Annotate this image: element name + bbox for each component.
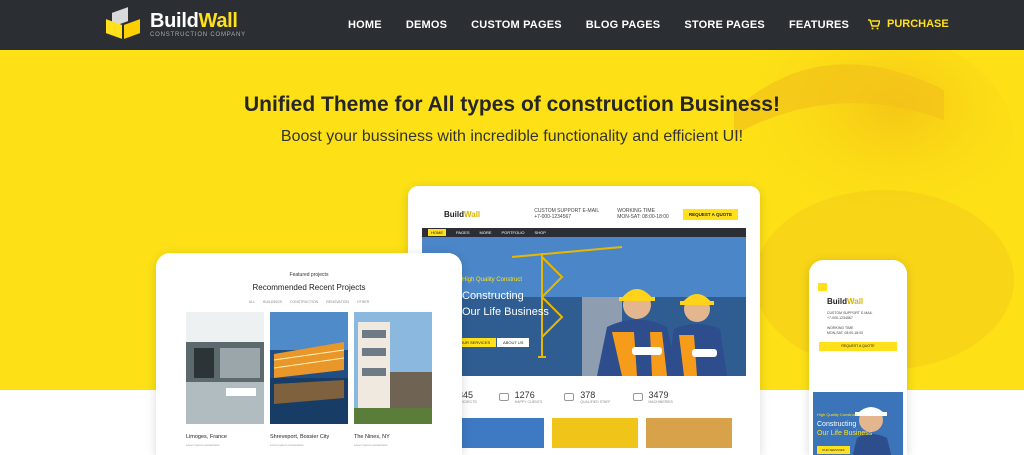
stat-staff: 378 QUALIFIED STAFF	[564, 390, 611, 404]
nav-item-store-pages[interactable]: STORE PAGES	[684, 19, 765, 31]
phone-hero-image: High Quality Construct Constructing Our …	[813, 392, 903, 455]
laptop-menu: HOME PAGES MORE PORTFOLIO SHOP	[422, 228, 746, 237]
project-card: Limoges, France Lorem ipsum consectetur	[186, 312, 264, 447]
phone-top-bar	[813, 280, 903, 293]
phone-hero-title-1: Constructing	[817, 421, 857, 428]
logo-name: BuildWall	[150, 9, 238, 32]
phone-contact-info: CUSTOM SUPPORT E-MAIL +7-000-1234567	[827, 311, 873, 320]
tablet-title: Recommended Recent Projects	[252, 283, 366, 292]
stat-clients: 1276 HAPPY CLIENTS	[498, 390, 542, 404]
project-image-villa	[354, 312, 432, 424]
cart-icon	[868, 18, 880, 29]
nav-item-blog-pages[interactable]: BLOG PAGES	[586, 19, 661, 31]
laptop-hero-title-1: Constructing	[462, 290, 524, 302]
thumbnail-image	[458, 418, 544, 448]
phone-hero-tag: High Quality Construct	[817, 412, 858, 417]
project-meta: Lorem ipsum consectetur	[270, 443, 304, 447]
nav-item-demos[interactable]: DEMOS	[406, 19, 447, 31]
stat-machineries: 3479 MACHINERIES	[632, 390, 673, 404]
laptop-thumbnails	[422, 418, 746, 448]
filter-item: RENOVATION	[326, 300, 349, 304]
phone-screen: Build Wall CUSTOM SUPPORT E-MAIL +7-000-12…	[813, 280, 903, 455]
project-meta: Lorem ipsum consectetur	[354, 443, 388, 447]
logo-cubes-icon	[104, 7, 144, 40]
laptop-hero-tag: High Quality Construct	[462, 277, 523, 283]
laptop-menu-item: MORE	[479, 230, 492, 235]
nav-item-custom-pages[interactable]: CUSTOM PAGES	[471, 19, 562, 31]
logo-tagline: CONSTRUCTION COMPANY	[150, 31, 246, 38]
tablet-kicker: Featured projects	[289, 272, 329, 278]
phone-hero-title-2: Our Life Business	[817, 430, 873, 437]
laptop-phone-info: CUSTOM SUPPORT E-MAIL +7-000-1234567	[534, 208, 600, 220]
laptop-menu-item: PAGES	[456, 230, 470, 235]
project-name: The Nines, NY	[354, 434, 390, 440]
project-name: Limoges, France	[186, 434, 227, 440]
machinery-icon	[632, 393, 643, 401]
staff-icon	[564, 393, 575, 401]
laptop-hero-title-2: Our Life Business	[462, 306, 549, 318]
project-card: The Nines, NY Lorem ipsum consectetur	[354, 312, 432, 447]
purchase-label: PURCHASE	[887, 18, 949, 30]
purchase-button[interactable]: PURCHASE	[868, 18, 949, 30]
project-cards: Limoges, France Lorem ipsum consectetur …	[176, 312, 442, 447]
phone-quote-button: REQUEST A QUOTE	[819, 342, 897, 351]
filter-item: BUILDINGS	[263, 300, 283, 304]
laptop-about-button: ABOUT US	[497, 338, 530, 347]
phone-services-button: OUR SERVICES	[817, 446, 850, 454]
laptop-hero-image: High Quality Construct Constructing Our …	[422, 237, 746, 376]
laptop-menu-item: SHOP	[534, 230, 546, 235]
filter-item: OTHER	[356, 300, 370, 304]
tablet-filters: ALL BUILDINGS CONSTRUCTION RENOVATION OT…	[176, 300, 442, 304]
phone-logo: Build Wall	[827, 297, 864, 306]
laptop-menu-item: HOME	[428, 229, 446, 236]
laptop-hours-info: WORKING TIME MON-SAT: 08:00-18:00	[617, 208, 669, 220]
project-card: Shreveport, Bossier City Lorem ipsum con…	[270, 312, 348, 447]
main-menu: HOME DEMOS CUSTOM PAGES BLOG PAGES STORE…	[348, 0, 873, 50]
filter-item: ALL	[248, 300, 256, 304]
project-image-house	[186, 312, 264, 424]
laptop-logo: BuildWall	[444, 209, 481, 219]
laptop-screen: BuildWall CUSTOM SUPPORT E-MAIL +7-000-12…	[422, 200, 746, 455]
laptop-stats: 345 PROJECTS 1276 HAPPY CLIENTS 378 QUALIFI…	[422, 376, 746, 418]
brand-logo[interactable]: BuildWall CONSTRUCTION COMPANY	[104, 7, 246, 40]
laptop-quote-button: REQUEST A QUOTE	[682, 208, 738, 220]
top-nav: BuildWall CONSTRUCTION COMPANY HOME DEMO…	[0, 0, 1024, 50]
hero-subline: Boost your bussiness with incredible fun…	[280, 128, 744, 145]
project-meta: Lorem ipsum consectetur	[186, 443, 220, 447]
thumbnail-image	[552, 418, 638, 448]
project-name: Shreveport, Bossier City	[270, 434, 330, 440]
thumbnail-image	[646, 418, 732, 448]
nav-item-home[interactable]: HOME	[348, 19, 382, 31]
clients-icon	[498, 393, 509, 401]
nav-item-features[interactable]: FEATURES	[789, 19, 849, 31]
hamburger-icon	[818, 282, 827, 291]
hero-headline: Unified Theme for All types of construct…	[244, 93, 780, 116]
laptop-menu-item: PORTFOLIO	[501, 230, 525, 235]
laptop-header: BuildWall CUSTOM SUPPORT E-MAIL +7-000-12…	[422, 200, 746, 228]
phone-hours-info: WORKING TIME MON-SAT: 08:00-18:00	[827, 326, 864, 335]
tablet-screen: Featured projects Recommended Recent Pro…	[176, 263, 442, 455]
filter-item: CONSTRUCTION	[290, 300, 319, 304]
project-image-building-night	[270, 312, 348, 424]
tablet-mockup: Featured projects Recommended Recent Pro…	[156, 253, 462, 455]
phone-mockup: Build Wall CUSTOM SUPPORT E-MAIL +7-000-12…	[809, 260, 907, 455]
